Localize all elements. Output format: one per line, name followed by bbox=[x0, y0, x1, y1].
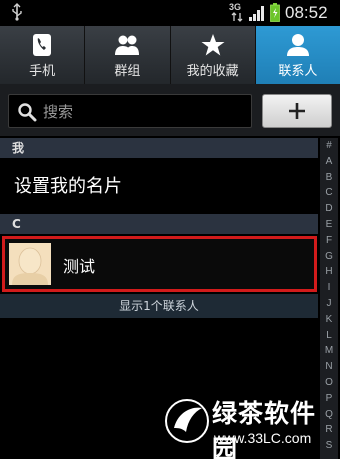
contact-count: 显示1个联系人 bbox=[0, 294, 318, 318]
wifi-icon bbox=[231, 12, 243, 22]
search-input[interactable] bbox=[43, 101, 243, 123]
signal-icon bbox=[249, 6, 264, 21]
index-letter[interactable]: H bbox=[320, 264, 338, 280]
index-letter[interactable]: J bbox=[320, 296, 338, 312]
group-icon bbox=[115, 35, 140, 55]
watermark-name: 绿茶软件园 bbox=[212, 399, 317, 459]
index-letter[interactable]: # bbox=[320, 138, 338, 154]
search-box[interactable] bbox=[8, 94, 252, 128]
index-letter[interactable]: K bbox=[320, 312, 338, 328]
usb-icon bbox=[12, 3, 22, 21]
tab-favorites[interactable]: 我的收藏 bbox=[171, 26, 256, 84]
network-type: 3G bbox=[229, 2, 242, 12]
index-letter[interactable]: L bbox=[320, 328, 338, 344]
index-letter[interactable]: D bbox=[320, 201, 338, 217]
index-letter[interactable]: I bbox=[320, 280, 338, 296]
my-profile-item[interactable]: 设置我的名片 bbox=[0, 158, 318, 210]
tab-label: 群组 bbox=[114, 64, 141, 79]
section-header-c: C bbox=[0, 214, 318, 234]
my-profile-label: 设置我的名片 bbox=[14, 176, 122, 197]
tab-phone[interactable]: 手机 bbox=[0, 26, 86, 84]
contact-row[interactable]: 测试 bbox=[2, 236, 317, 292]
status-bar: 3G 08:52 bbox=[0, 0, 340, 26]
add-contact-button[interactable] bbox=[262, 94, 332, 128]
index-letter[interactable]: E bbox=[320, 217, 338, 233]
index-letter[interactable]: F bbox=[320, 233, 338, 249]
index-letter[interactable]: C bbox=[320, 185, 338, 201]
watermark-logo-icon bbox=[165, 399, 209, 443]
star-icon bbox=[201, 34, 225, 56]
battery-icon bbox=[270, 3, 280, 22]
watermark-url: www.33LC.com bbox=[214, 430, 312, 446]
tab-label: 我的收藏 bbox=[186, 64, 239, 79]
search-row bbox=[0, 84, 340, 136]
avatar-icon bbox=[9, 243, 51, 285]
index-letter[interactable]: G bbox=[320, 249, 338, 265]
tab-label: 联系人 bbox=[278, 64, 318, 79]
tab-contacts[interactable]: 联系人 bbox=[255, 26, 340, 84]
section-header-me: 我 bbox=[0, 138, 318, 158]
tab-groups[interactable]: 群组 bbox=[85, 26, 171, 84]
contact-name: 测试 bbox=[63, 257, 96, 276]
index-letter[interactable]: N bbox=[320, 359, 338, 375]
index-letter[interactable]: A bbox=[320, 154, 338, 170]
plus-icon bbox=[289, 103, 305, 119]
index-letter[interactable]: O bbox=[320, 375, 338, 391]
index-letter[interactable]: M bbox=[320, 343, 338, 359]
clock: 08:52 bbox=[285, 3, 328, 22]
search-icon bbox=[18, 103, 37, 122]
index-letter[interactable]: B bbox=[320, 170, 338, 186]
tab-label: 手机 bbox=[29, 64, 56, 79]
tab-bar: 手机 群组 我的收藏 联系人 bbox=[0, 26, 340, 84]
phone-icon bbox=[33, 34, 52, 56]
person-icon bbox=[286, 34, 309, 56]
